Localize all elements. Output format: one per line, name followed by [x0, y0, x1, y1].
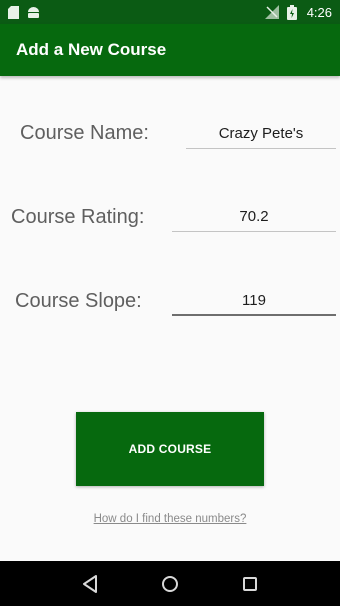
course-rating-label: Course Rating:	[11, 206, 145, 228]
add-course-button[interactable]: ADD COURSE	[76, 412, 264, 486]
recents-icon[interactable]	[235, 569, 265, 599]
course-rating-row: Course Rating:	[0, 200, 340, 240]
sd-card-icon	[8, 5, 19, 19]
course-name-label: Course Name:	[20, 122, 149, 144]
android-icon	[27, 6, 40, 19]
help-link[interactable]: How do I find these numbers?	[0, 513, 340, 525]
no-signal-icon	[264, 5, 279, 19]
course-rating-field[interactable]	[172, 202, 336, 232]
course-slope-field[interactable]	[172, 286, 336, 316]
back-icon[interactable]	[75, 569, 105, 599]
app-bar: Add a New Course	[0, 24, 340, 76]
navigation-bar	[0, 561, 340, 606]
status-bar: 4:26	[0, 0, 340, 24]
course-name-field[interactable]	[186, 119, 336, 149]
page-title: Add a New Course	[16, 40, 167, 59]
home-icon[interactable]	[155, 569, 185, 599]
course-slope-label: Course Slope:	[15, 290, 142, 312]
course-slope-row: Course Slope:	[0, 284, 340, 324]
course-name-row: Course Name:	[0, 115, 340, 155]
battery-icon	[286, 4, 297, 20]
status-time: 4:26	[306, 4, 332, 20]
